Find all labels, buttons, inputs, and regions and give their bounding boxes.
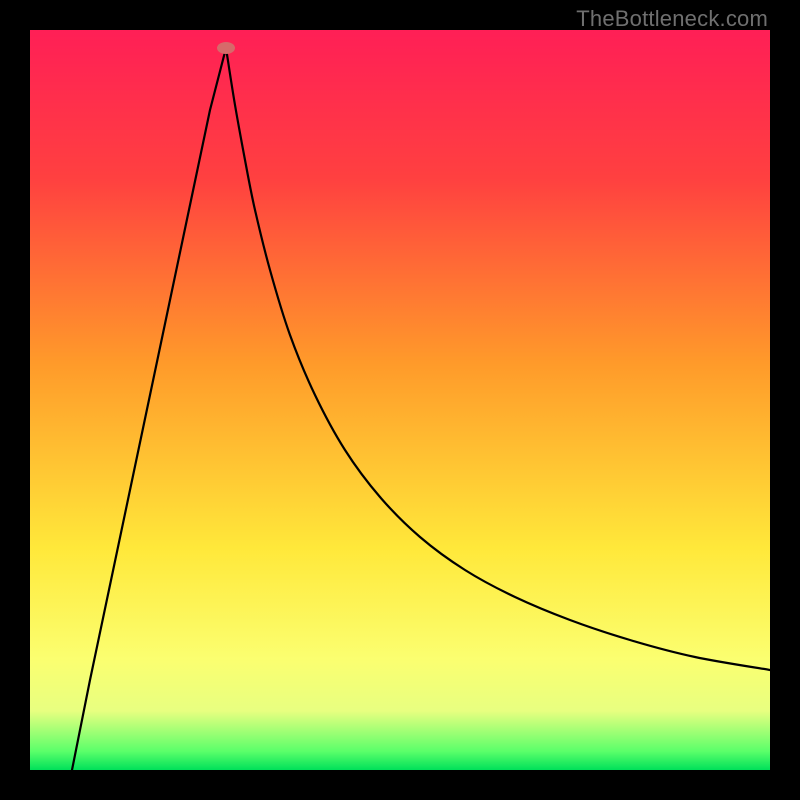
minimum-marker — [217, 42, 235, 54]
chart-svg — [30, 30, 770, 770]
watermark-text: TheBottleneck.com — [576, 6, 768, 32]
chart-background — [30, 30, 770, 770]
plot-area — [30, 30, 770, 770]
chart-frame: TheBottleneck.com — [0, 0, 800, 800]
